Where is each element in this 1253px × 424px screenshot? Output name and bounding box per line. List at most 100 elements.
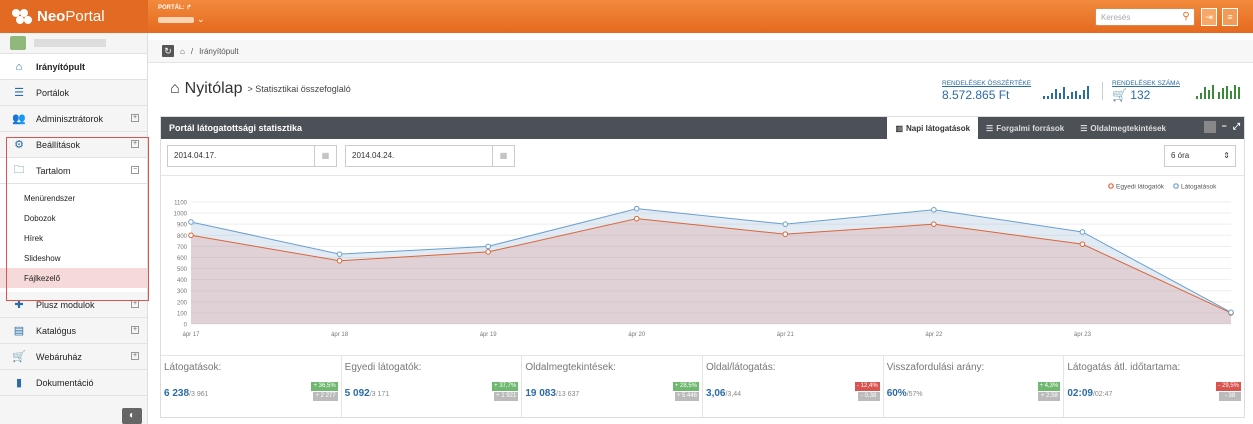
user-name: [34, 39, 106, 47]
panel-color-icon[interactable]: [1203, 121, 1216, 133]
logo-text: Portal: [65, 8, 105, 25]
y-tick-label: 1100: [174, 201, 188, 207]
logo-text-bold: Neo: [37, 8, 66, 25]
list-icon: ☰: [1080, 123, 1088, 133]
y-tick-label: 600: [177, 256, 188, 262]
data-point: [336, 251, 343, 257]
breadcrumb-current: Irányítópult: [199, 46, 239, 56]
orders-count[interactable]: RENDELÉSEK SZÁMA 🛒 132: [1112, 80, 1180, 102]
logo[interactable]: NeoPortal: [0, 0, 148, 33]
orders-total[interactable]: RENDELÉSEK ÖSSZÉRTÉKE 8.572.865 Ft: [942, 80, 1031, 102]
expand-icon[interactable]: +: [131, 114, 139, 122]
legend-label: Egyedi látogatók: [1116, 184, 1165, 191]
logout-icon[interactable]: ⇥: [1201, 8, 1217, 26]
date-to-input[interactable]: 2014.04.24. ▦: [345, 145, 515, 167]
sidebar-item-plusz-modulok[interactable]: ✚ Plusz modulok +: [0, 292, 147, 318]
x-tick-label: ápr 21: [777, 332, 795, 338]
sidebar-subitem-menurendszer[interactable]: Menürendszer: [0, 188, 147, 208]
kpi-oldalmegtekintesek: Oldalmegtekintések: 19 083/13 637 + 28,5% +…: [522, 356, 704, 417]
tab-forgalmi-forrasok[interactable]: ☰ Forgalmi források: [978, 117, 1072, 139]
orders-total-sparkline: [1043, 86, 1089, 99]
puzzle-icon: ✚: [14, 299, 24, 311]
kpi-visszafordulasi-arany: Visszafordulási arány: 60%/57% + 4,3% + 2,5…: [884, 356, 1065, 417]
gears-icon: ⚙: [14, 139, 24, 151]
sidebar-item-beallitasok[interactable]: ⚙ Beállítások +: [0, 132, 147, 158]
data-point: [336, 257, 343, 264]
chart-icon: ▥: [895, 123, 904, 133]
top-bar: NeoPortal PORTÁL: ↱ ⌄ Keresés ⚲ ⇥ ≡: [0, 0, 1253, 33]
kpi-row: Látogatások: 6 238/3 961 + 36,5% + 2 277 Eg…: [161, 355, 1244, 417]
panel-title: Portál látogatottsági statisztika: [169, 123, 303, 133]
sidebar-item-adminisztratorok[interactable]: 👥 Adminisztrátorok +: [0, 106, 147, 132]
sidebar-item-portalok[interactable]: ☰ Portálok: [0, 80, 147, 106]
expand-icon[interactable]: +: [131, 352, 139, 360]
sidebar-item-webaruhaz[interactable]: 🛒 Webáruház +: [0, 344, 147, 370]
legend-label: Látogatások: [1181, 184, 1217, 191]
tab-napi-latogatasok[interactable]: ▥ Napi látogatások: [887, 117, 979, 139]
y-tick-label: 0: [184, 323, 188, 329]
sidebar: ⌂ Irányítópult ☰ Portálok 👥 Adminisztrátoro…: [0, 33, 148, 424]
x-tick-label: ápr 20: [628, 332, 646, 338]
x-tick-label: ápr 17: [182, 332, 200, 338]
collapse-icon[interactable]: −: [131, 166, 139, 174]
home-icon[interactable]: ⌂: [180, 47, 185, 56]
home-icon: ⌂: [15, 60, 23, 73]
avatar: [10, 36, 26, 50]
y-tick-label: 200: [177, 300, 188, 306]
minimize-icon[interactable]: −: [1222, 121, 1227, 133]
expand-icon[interactable]: +: [131, 300, 139, 308]
sidebar-item-katalogus[interactable]: ▤ Katalógus +: [0, 318, 147, 344]
menu-icon[interactable]: ≡: [1222, 8, 1238, 26]
sidebar-subitem-dobozok[interactable]: Dobozok: [0, 208, 147, 228]
y-tick-label: 100: [177, 311, 188, 317]
stats-panel: Portál látogatottsági statisztika ▥ Napi …: [160, 116, 1245, 418]
sidebar-subitem-fajlkezelo[interactable]: Fájlkezelő: [0, 268, 147, 288]
tab-oldalmegtekintesek[interactable]: ☰ Oldalmegtekintések: [1072, 117, 1174, 139]
data-point: [633, 205, 640, 212]
book-icon: ▮: [15, 377, 23, 389]
x-tick-label: ápr 22: [925, 332, 943, 338]
data-point: [188, 219, 194, 225]
sidebar-subitem-hirek[interactable]: Hírek: [0, 228, 147, 248]
users-icon: 👥: [12, 113, 26, 125]
data-point: [1079, 241, 1086, 247]
refresh-icon[interactable]: ↻: [162, 45, 174, 57]
data-point: [931, 221, 937, 227]
list-icon: ☰: [986, 123, 994, 133]
search-icon[interactable]: ⚲: [1178, 8, 1194, 26]
portal-label: PORTÁL:: [158, 5, 185, 11]
calendar-icon[interactable]: ▦: [492, 146, 514, 166]
user-profile[interactable]: [0, 33, 147, 54]
portal-selector[interactable]: PORTÁL: ↱ ⌄: [158, 4, 205, 25]
catalog-icon: ▤: [13, 325, 25, 337]
y-tick-label: 700: [177, 245, 188, 251]
expand-icon[interactable]: +: [131, 326, 139, 334]
sidebar-item-dokumentacio[interactable]: ▮ Dokumentáció: [0, 370, 147, 396]
legend-marker: [1173, 183, 1179, 189]
portal-name: [158, 16, 194, 23]
sidebar-item-tartalom[interactable]: 🗀 Tartalom −: [0, 158, 147, 184]
sidebar-subitem-slideshow[interactable]: Slideshow: [0, 248, 147, 268]
page-subtitle: > Statisztikai összefoglaló: [247, 84, 351, 94]
chevron-down-icon: ⌄: [197, 14, 205, 24]
data-point: [782, 221, 789, 227]
calendar-icon[interactable]: ▦: [314, 146, 336, 166]
cart-icon: 🛒: [12, 351, 26, 363]
data-point: [188, 232, 194, 239]
y-tick-label: 500: [177, 267, 188, 273]
granularity-select[interactable]: 6 óra ⇕: [1164, 145, 1236, 167]
expand-icon[interactable]: +: [131, 140, 139, 148]
date-from-input[interactable]: 2014.04.17. ▦: [167, 145, 337, 167]
visits-chart: 0 100 200 300 400 500 600 700 800 900 1000 1100 ápr …: [161, 175, 1244, 338]
data-point: [1228, 309, 1234, 316]
kpi-latogatas-idotartam: Látogatás átl. időtartama: 02:09/02:47- 2…: [1067, 362, 1242, 401]
sidebar-toggle-icon[interactable]: ◐: [122, 408, 142, 424]
y-tick-label: 300: [177, 289, 188, 295]
kpi-oldal-latogatas: Oldal/látogatás: 3,06/3,44- 12,4% - 0,38: [703, 356, 884, 417]
legend-marker: [1108, 183, 1114, 189]
expand-icon[interactable]: ⤢: [1233, 121, 1240, 133]
data-point: [782, 231, 789, 237]
sidebar-item-iranyitopult[interactable]: ⌂ Irányítópult: [0, 54, 147, 80]
select-arrows-icon: ⇕: [1223, 151, 1230, 160]
y-tick-label: 900: [177, 223, 188, 229]
